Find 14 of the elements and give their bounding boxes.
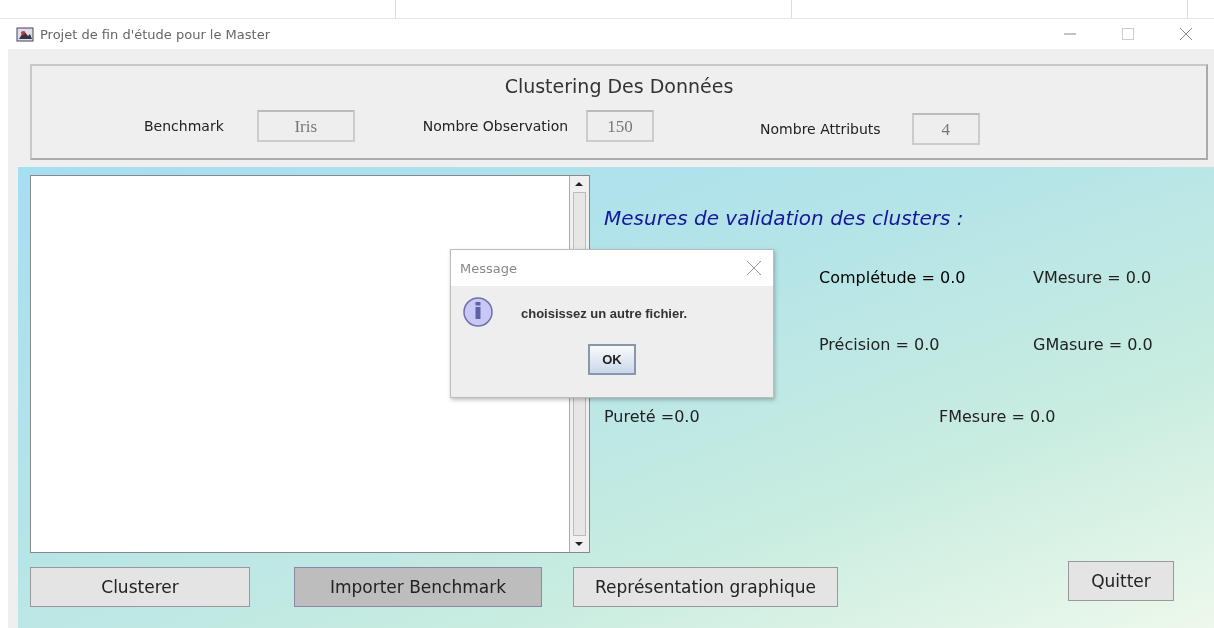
metric-label: GMasure = 0.0	[1033, 335, 1153, 354]
metric-label: Complétude = 0.0	[819, 268, 967, 287]
metric-label: FMesure = 0.0	[939, 407, 1056, 426]
metric-label: Pureté =0.0	[604, 407, 701, 426]
dialog-message: choisissez un autre fichier.	[521, 305, 688, 321]
metric-label: Précision = 0.0	[819, 335, 941, 354]
metric-label: VMesure = 0.0	[1033, 268, 1152, 287]
field-label: Nombre Observation	[422, 118, 569, 134]
field-label: Nombre Attributs	[760, 121, 881, 137]
panel-title: Clustering Des Données	[503, 75, 735, 97]
field-label: Benchmark	[144, 118, 224, 134]
section-title: Mesures de validation des clusters :	[604, 206, 965, 230]
dialog-title: Message	[460, 260, 517, 276]
window-title: Projet de fin d'étude pour le Master	[40, 26, 271, 42]
